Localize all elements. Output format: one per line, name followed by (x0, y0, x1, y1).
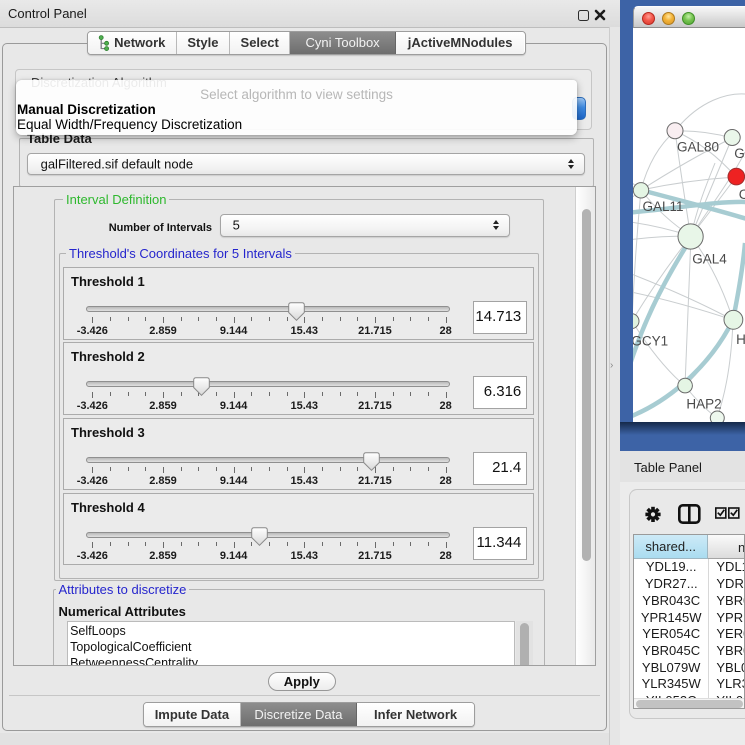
svg-text:GAL4: GAL4 (692, 251, 727, 266)
svg-text:GCY1: GCY1 (633, 333, 668, 348)
svg-text:GAL11: GAL11 (643, 199, 684, 214)
svg-text:HX: HX (736, 332, 745, 347)
svg-text:GA: GA (734, 146, 745, 161)
svg-text:CY: CY (739, 187, 745, 202)
svg-text:GAL80: GAL80 (677, 139, 719, 154)
svg-text:HAP2: HAP2 (686, 396, 721, 411)
